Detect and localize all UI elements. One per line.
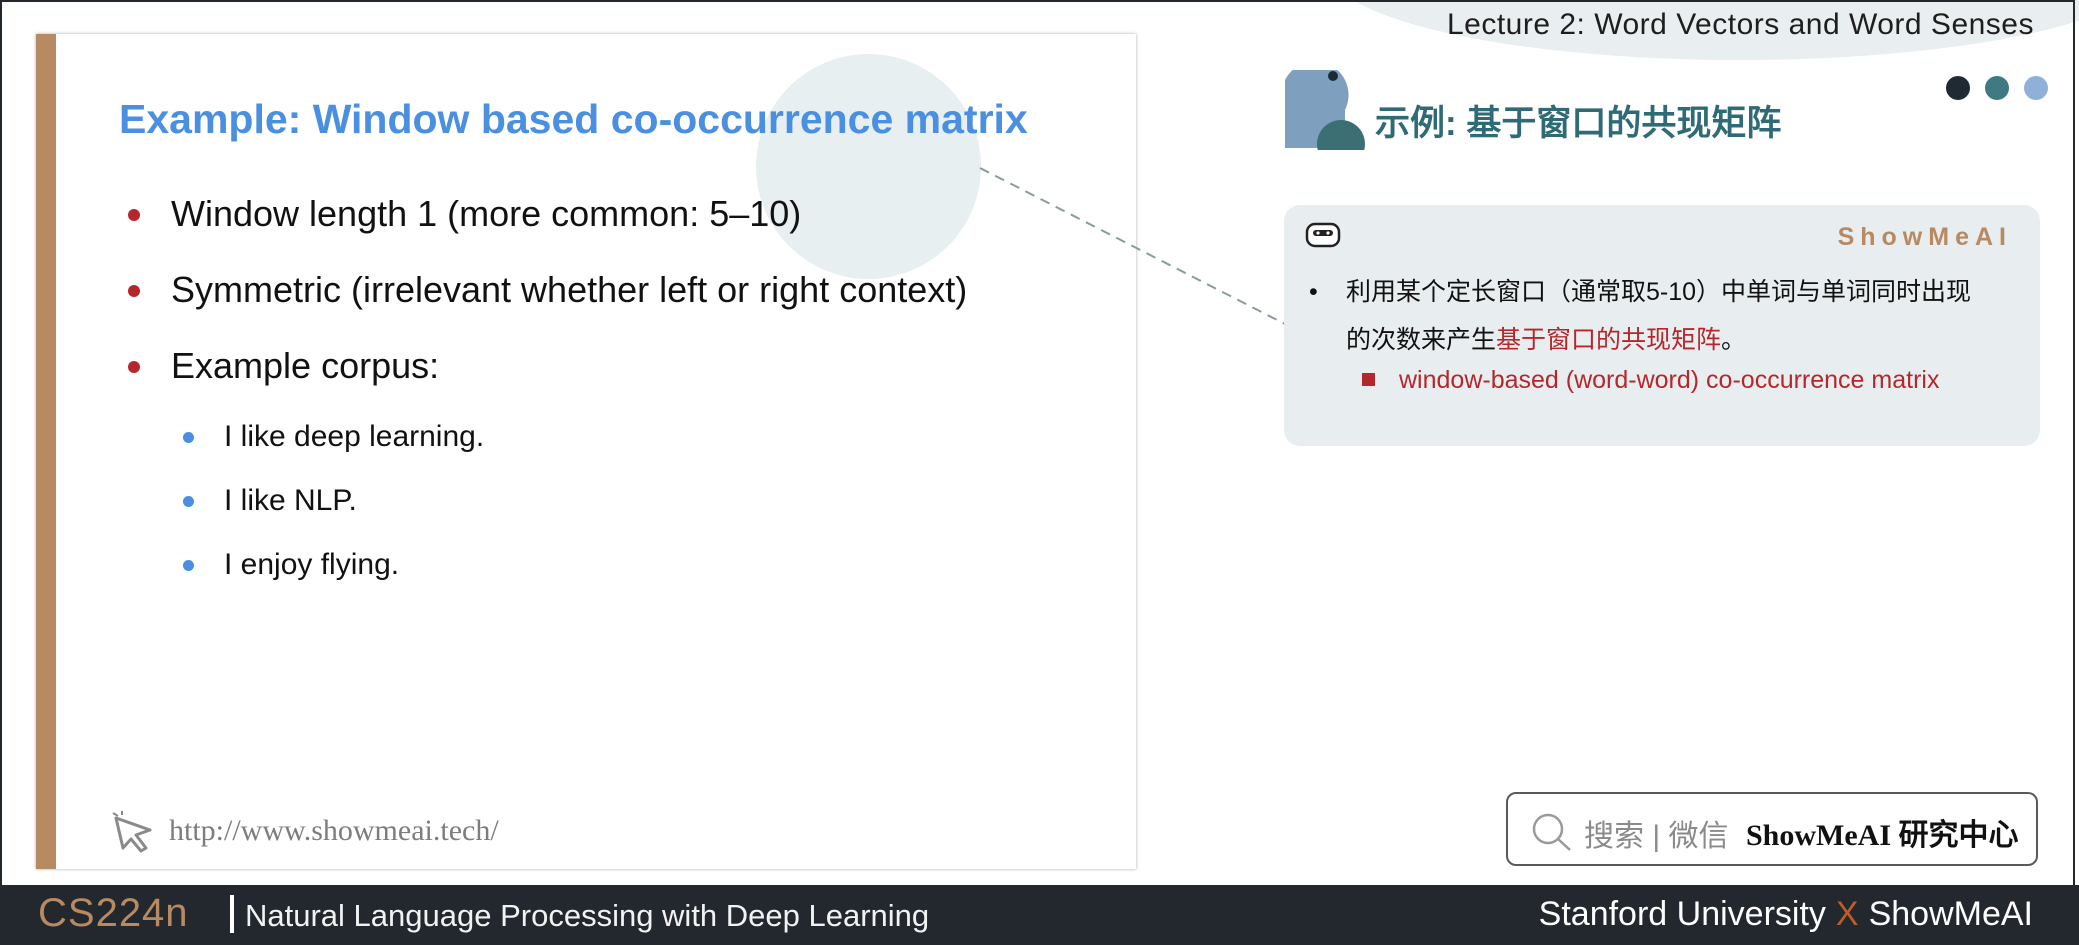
- note-line-1-text: 利用某个定长窗口（通常取5-10）中单词与单词同时出现: [1346, 278, 1972, 306]
- footer-divider: [230, 895, 234, 933]
- partner-separator: X: [1835, 895, 1859, 933]
- brand-label: ShowMeAI: [1837, 223, 2012, 251]
- nav-dot: [2024, 76, 2048, 100]
- partner-left: Stanford University: [1538, 895, 1826, 933]
- note-bullet-marker: •: [1309, 278, 1318, 306]
- nav-dot: [1946, 76, 1970, 100]
- course-code: CS224n: [38, 891, 189, 935]
- search-icon: [1532, 813, 1571, 851]
- footer-partners: Stanford University X ShowMeAI: [1539, 895, 2033, 934]
- note-line-1: • 利用某个定长窗口（通常取5-10）中单词与单词同时出现: [1309, 272, 1971, 308]
- section-dots: [1946, 76, 2063, 105]
- note-line-2: 的次数来产生基于窗口的共现矩阵。: [1346, 320, 1746, 356]
- robot-icon: [1305, 222, 1341, 248]
- note-highlight: 基于窗口的共现矩阵: [1496, 326, 1722, 354]
- note-sub-bullet: window-based (word-word) co-occurrence m…: [1362, 366, 1939, 395]
- section-title: 示例: 基于窗口的共现矩阵: [1375, 104, 1782, 143]
- note-sub-bullet-text: window-based (word-word) co-occurrence m…: [1399, 366, 1940, 394]
- search-box[interactable]: 搜索 | 微信 ShowMeAI 研究中心: [1506, 792, 2038, 866]
- square-bullet-icon: [1362, 373, 1375, 386]
- section-decoration-icon: [1285, 70, 1365, 150]
- note-line-2-suffix: 。: [1721, 326, 1747, 354]
- nav-dot: [1985, 76, 2009, 100]
- search-brand: ShowMeAI 研究中心: [1746, 819, 2019, 852]
- search-label: 搜索 | 微信: [1584, 820, 1729, 853]
- footer-bar: CS224n Natural Language Processing with …: [0, 885, 2079, 945]
- partner-right: ShowMeAI: [1868, 895, 2033, 933]
- course-name: Natural Language Processing with Deep Le…: [245, 898, 930, 933]
- note-line-2-prefix: 的次数来产生: [1346, 326, 1497, 354]
